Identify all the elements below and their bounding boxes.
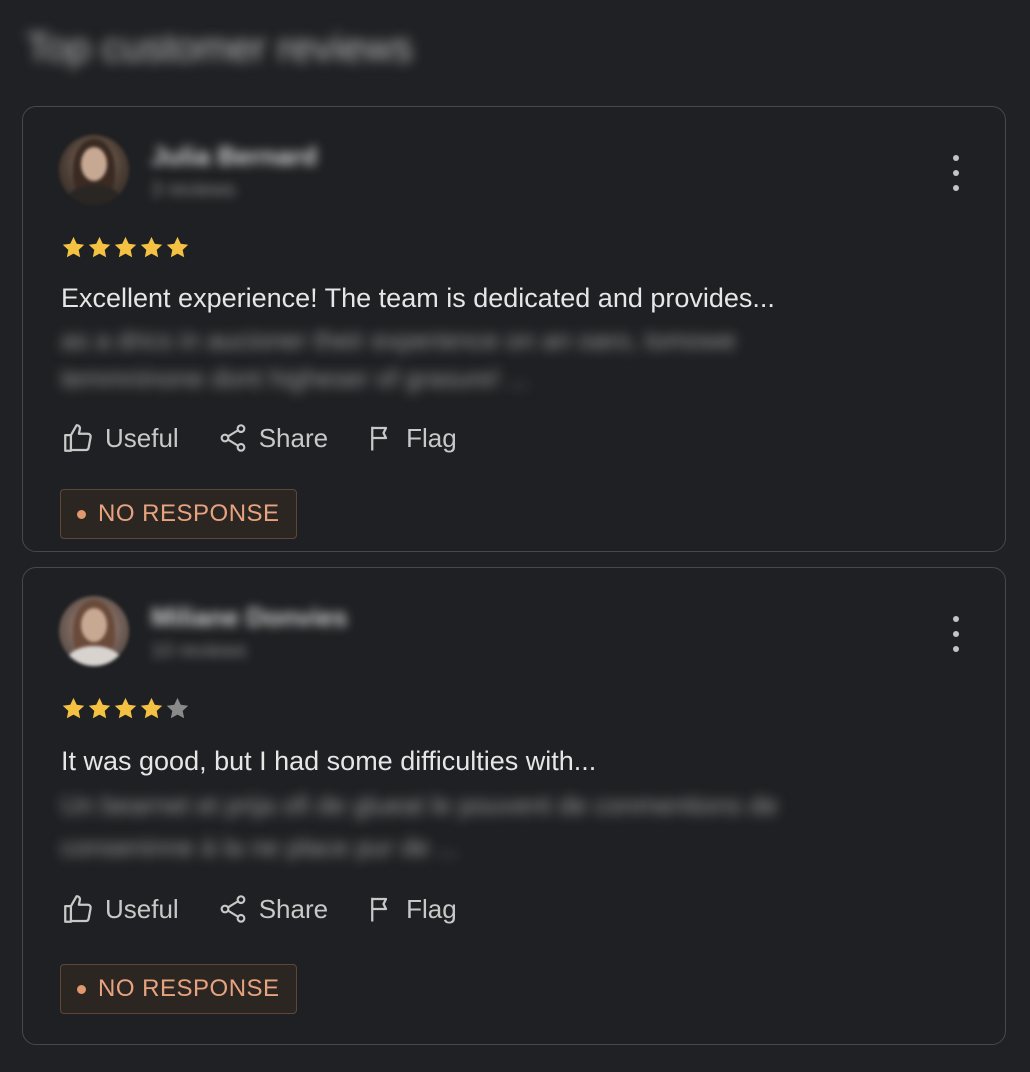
- flag-button[interactable]: Flag: [366, 423, 457, 454]
- star-filled-icon: [62, 236, 85, 258]
- review-text: Excellent experience! The team is dedica…: [61, 283, 775, 313]
- share-label: Share: [258, 422, 329, 453]
- share-label: Share: [258, 893, 329, 924]
- more-dot-icon: [953, 631, 959, 637]
- star-filled-icon: [166, 236, 189, 258]
- useful-label: Useful: [105, 893, 179, 924]
- flag-icon: [371, 426, 388, 451]
- star-filled-icon: [140, 697, 163, 719]
- star-filled-icon: [88, 236, 111, 258]
- reviewer-name[interactable]: Julia Bernard: [151, 141, 317, 172]
- share-button[interactable]: Share: [217, 422, 328, 454]
- reviewer-name[interactable]: Miliane Donvies: [151, 602, 348, 633]
- review-text-hidden-line: temmninone dont higheser of grasure! ...: [61, 363, 530, 393]
- share-icon: [220, 895, 246, 923]
- star-filled-icon: [62, 697, 85, 719]
- share-button[interactable]: Share: [217, 893, 328, 925]
- more-options-button[interactable]: [949, 155, 963, 191]
- thumbs-up-icon: [64, 424, 92, 452]
- review-actions: Useful Share Flag: [61, 421, 495, 455]
- star-filled-icon: [140, 236, 163, 258]
- star-filled-icon: [88, 697, 111, 719]
- reviewer-review-count: 10 reviews: [151, 640, 247, 662]
- reviewer-avatar[interactable]: [59, 596, 129, 666]
- reviewer-avatar[interactable]: [59, 135, 129, 205]
- more-dot-icon: [953, 155, 959, 161]
- flag-label: Flag: [406, 422, 457, 453]
- star-rating: [61, 696, 190, 721]
- status-dot-icon: [77, 509, 86, 519]
- flag-icon: [371, 897, 388, 922]
- review-text-hidden-line: as a drics in aucioner their experience …: [61, 325, 736, 355]
- reviewer-review-count: 3 reviews: [151, 179, 236, 201]
- star-empty-icon: [166, 697, 189, 719]
- star-filled-icon: [114, 236, 137, 258]
- flag-button[interactable]: Flag: [366, 894, 457, 925]
- status-label: NO RESPONSE: [98, 975, 280, 1002]
- more-dot-icon: [953, 185, 959, 191]
- thumbs-up-icon: [64, 895, 92, 923]
- section-title: Top customer reviews: [26, 26, 413, 70]
- status-badge: NO RESPONSE: [60, 489, 297, 539]
- more-dot-icon: [953, 170, 959, 176]
- useful-button[interactable]: Useful: [61, 892, 179, 926]
- star-rating: [61, 235, 190, 260]
- share-icon: [220, 424, 246, 452]
- reviews-page: Top customer reviews Julia Bernard 3 rev…: [0, 0, 1030, 1072]
- useful-button[interactable]: Useful: [61, 421, 179, 455]
- review-text: It was good, but I had some difficulties…: [61, 746, 597, 776]
- status-badge: NO RESPONSE: [60, 964, 297, 1014]
- review-actions: Useful Share Flag: [61, 892, 495, 926]
- review-card: Miliane Donvies 10 reviews It was good, …: [22, 567, 1006, 1045]
- more-dot-icon: [953, 646, 959, 652]
- more-dot-icon: [953, 616, 959, 622]
- review-card: Julia Bernard 3 reviews Excellent experi…: [22, 106, 1006, 552]
- review-text-hidden-line: conseninne à la ne place pur de ...: [61, 832, 459, 862]
- star-filled-icon: [114, 697, 137, 719]
- status-label: NO RESPONSE: [98, 500, 280, 527]
- status-dot-icon: [77, 984, 86, 994]
- flag-label: Flag: [406, 893, 457, 924]
- more-options-button[interactable]: [949, 616, 963, 652]
- review-text-hidden-line: Un bearnet et prija ofi de glueat le pou…: [61, 790, 778, 820]
- useful-label: Useful: [105, 422, 179, 453]
